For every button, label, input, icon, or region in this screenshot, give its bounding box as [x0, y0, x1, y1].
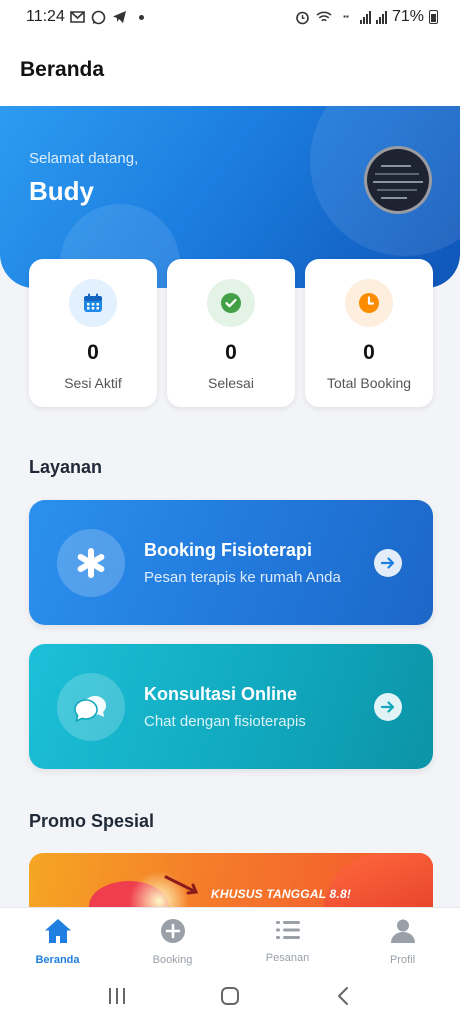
chat-bubbles-icon [57, 672, 125, 741]
greeting-text: Selamat datang, [29, 150, 139, 167]
avatar[interactable] [364, 146, 432, 214]
arrow-right-icon[interactable] [374, 548, 402, 577]
stats-row: 0 Sesi Aktif 0 Selesai 0 Total Booking [29, 259, 433, 407]
stat-value: 0 [363, 341, 375, 364]
asterisk-icon [57, 528, 125, 597]
status-time: 11:24 [26, 8, 65, 25]
nav-item-profil[interactable]: Profil [345, 908, 460, 967]
battery-percentage: 71% [391, 8, 424, 25]
recent-apps-button[interactable] [102, 981, 132, 1011]
clock-icon [345, 279, 393, 327]
app-header: Beranda [0, 34, 460, 106]
nav-label: Booking [152, 954, 193, 966]
nav-label: Profil [389, 954, 416, 966]
stat-card-selesai: 0 Selesai [167, 259, 295, 407]
stat-card-sesi-aktif: 0 Sesi Aktif [29, 259, 157, 407]
nav-item-pesanan[interactable]: Pesanan [230, 908, 345, 967]
service-subtitle: Chat dengan fisioterapis [144, 712, 306, 730]
back-button[interactable] [328, 981, 358, 1011]
stat-label: Selesai [208, 375, 254, 391]
telegram-icon [112, 9, 128, 25]
section-title-layanan: Layanan [29, 457, 103, 477]
check-circle-icon [207, 279, 255, 327]
system-navigation-bar [0, 967, 460, 1024]
list-icon [275, 918, 301, 947]
home-button[interactable] [215, 981, 245, 1011]
konsultasi-online-card[interactable]: Konsultasi Online Chat dengan fisioterap… [29, 644, 433, 769]
promo-text: KHUSUS TANGGAL 8.8! [211, 887, 352, 901]
alarm-icon [295, 9, 311, 25]
bottom-navigation: Beranda Booking Pesanan Profil [0, 907, 460, 967]
stat-value: 0 [225, 341, 237, 364]
service-title: Konsultasi Online [144, 683, 298, 704]
plus-circle-icon [160, 918, 186, 949]
status-bar: 11:24 ▪▪ 71% [0, 0, 460, 34]
nav-item-beranda[interactable]: Beranda [0, 908, 115, 967]
promo-banner[interactable]: KHUSUS TANGGAL 8.8! [29, 853, 433, 913]
section-title-promo: Promo Spesial [29, 811, 155, 831]
service-title: Booking Fisioterapi [144, 539, 313, 560]
user-name: Budy [29, 176, 94, 206]
wifi-icon [316, 9, 332, 25]
calendar-icon [69, 279, 117, 327]
gmail-icon [70, 9, 86, 25]
whatsapp-icon [91, 9, 107, 25]
nav-label: Beranda [35, 954, 80, 966]
arrow-decoration-icon [164, 875, 199, 895]
signal-strength-icon [359, 10, 371, 24]
stat-label: Total Booking [326, 375, 412, 391]
nav-label: Pesanan [265, 952, 310, 964]
nav-item-booking[interactable]: Booking [115, 908, 230, 967]
user-icon [390, 918, 416, 949]
promo-decoration [323, 853, 433, 913]
battery-icon [429, 10, 438, 24]
stat-value: 0 [87, 341, 99, 364]
stat-label: Sesi Aktif [64, 375, 122, 391]
signal-strength-2-icon [375, 10, 387, 24]
volte-icon: ▪▪ [343, 12, 349, 21]
service-subtitle: Pesan terapis ke rumah Anda [144, 568, 341, 586]
home-icon [44, 918, 72, 949]
stat-card-total-booking: 0 Total Booking [305, 259, 433, 407]
booking-fisioterapi-card[interactable]: Booking Fisioterapi Pesan terapis ke rum… [29, 500, 433, 625]
arrow-right-icon[interactable] [374, 692, 402, 721]
more-notifications-dot [138, 14, 144, 20]
page-title: Beranda [20, 58, 105, 81]
